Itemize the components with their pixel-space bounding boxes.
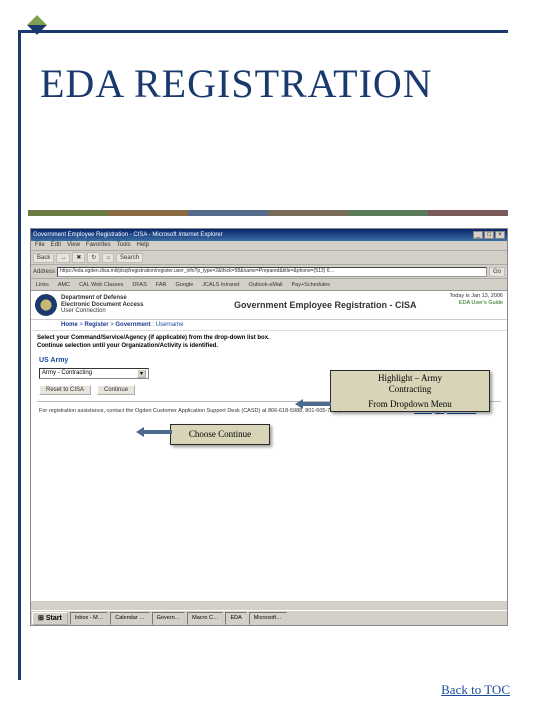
arrow-icon [156,400,331,408]
search-button[interactable]: Search [116,253,143,263]
dropdown-value: Army - Contracting [42,370,92,376]
links-label: Links [33,281,52,289]
callout-line: From Dropdown Menu [335,399,485,410]
taskbar-item[interactable]: Calendar … [110,612,149,625]
users-guide-link[interactable]: EDA User's Guide [449,300,503,307]
menu-favorites[interactable]: Favorites [86,242,111,249]
instruction-line1: Select your Command/Service/Agency (if a… [37,335,501,343]
crumb-government[interactable]: Government [115,322,150,328]
callout-continue: Choose Continue [170,424,270,445]
callout-line: Highlight – Army [335,373,485,384]
menu-edit[interactable]: Edit [51,242,61,249]
links-bar: Links AMC CAL Web Classes DFAS FAR Googl… [31,279,507,291]
address-label: Address [33,269,55,275]
menu-bar: File Edit View Favorites Tools Help [31,241,507,251]
window-titlebar: Government Employee Registration - CISA … [31,229,507,241]
refresh-button[interactable]: ↻ [87,252,100,263]
link-amc[interactable]: AMC [55,281,73,289]
agency-dropdown[interactable]: Army - Contracting ▾ [39,368,149,379]
taskbar-item[interactable]: Govern… [152,612,186,625]
back-button[interactable]: Back [33,253,54,263]
callout-line: Contracting [335,384,485,395]
slide-title: EDA REGISTRATION [40,60,433,107]
section-heading: US Army [31,355,507,366]
link-jcals[interactable]: JCALS Intranet [199,281,242,289]
chevron-down-icon[interactable]: ▾ [137,369,146,378]
link-dfas[interactable]: DFAS [129,281,149,289]
page-topright: Today is Jan 13, 2006 EDA User's Guide [449,293,503,306]
crumb-register[interactable]: Register [85,322,109,328]
link-google[interactable]: Google [172,281,196,289]
system-label: Electronic Document Access [61,302,143,309]
dod-seal-icon [35,294,57,316]
taskbar-item[interactable]: Inbox - M… [70,612,108,625]
arrow-icon [104,428,172,436]
crumb-home[interactable]: Home [61,322,78,328]
breadcrumb: Home > Register > Government : Username [31,320,507,331]
back-to-toc-link[interactable]: Back to TOC [441,682,510,698]
stop-button[interactable]: ✖ [72,252,85,263]
menu-file[interactable]: File [35,242,45,249]
page-content: Today is Jan 13, 2006 EDA User's Guide D… [31,291,507,601]
toolbar: Back → ✖ ↻ ⌂ Search [31,251,507,265]
menu-view[interactable]: View [67,242,80,249]
menu-help[interactable]: Help [137,242,149,249]
instruction-line2: Continue selection until your Organizati… [37,343,501,351]
windows-icon: ⊞ [38,614,44,622]
dept-label: Department of Defense [61,295,143,302]
page-header: Department of Defense Electronic Documen… [31,291,507,320]
close-button[interactable]: × [495,231,505,239]
instruction-text: Select your Command/Service/Agency (if a… [31,331,507,355]
link-cal[interactable]: CAL Web Classes [76,281,126,289]
page-date: Today is Jan 13, 2006 [449,293,503,300]
divider-bar [28,210,508,216]
address-input[interactable]: https://eda.ogden.disa.mil/plsql/registr… [57,267,487,277]
taskbar-item[interactable]: EDA [225,612,246,625]
callout-highlight: Highlight – Army Contracting From Dropdo… [330,370,490,412]
start-label: Start [46,615,62,622]
crumb-username: Username [156,322,184,328]
go-button[interactable]: Go [489,267,505,277]
address-bar: Address https://eda.ogden.disa.mil/plsql… [31,265,507,279]
minimize-button[interactable]: _ [473,231,483,239]
taskbar: ⊞ Start Inbox - M… Calendar … Govern… Ma… [31,610,507,625]
taskbar-item[interactable]: Microsoft… [249,612,287,625]
home-button[interactable]: ⌂ [102,253,114,263]
reset-button[interactable]: Reset to CISA [39,385,91,395]
link-pay[interactable]: Pay+Schedules [288,281,332,289]
taskbar-item[interactable]: Macro C… [187,612,223,625]
menu-tools[interactable]: Tools [117,242,131,249]
callout-line: Choose Continue [189,429,251,439]
start-button[interactable]: ⊞ Start [32,612,68,625]
forward-button[interactable]: → [56,253,70,263]
maximize-button[interactable]: □ [484,231,494,239]
link-far[interactable]: FAR [153,281,170,289]
continue-button[interactable]: Continue [97,385,135,395]
subsys-label: User Connection [61,308,143,315]
link-outlook[interactable]: Outlook-eMail [246,281,286,289]
window-title: Government Employee Registration - CISA … [33,232,223,238]
